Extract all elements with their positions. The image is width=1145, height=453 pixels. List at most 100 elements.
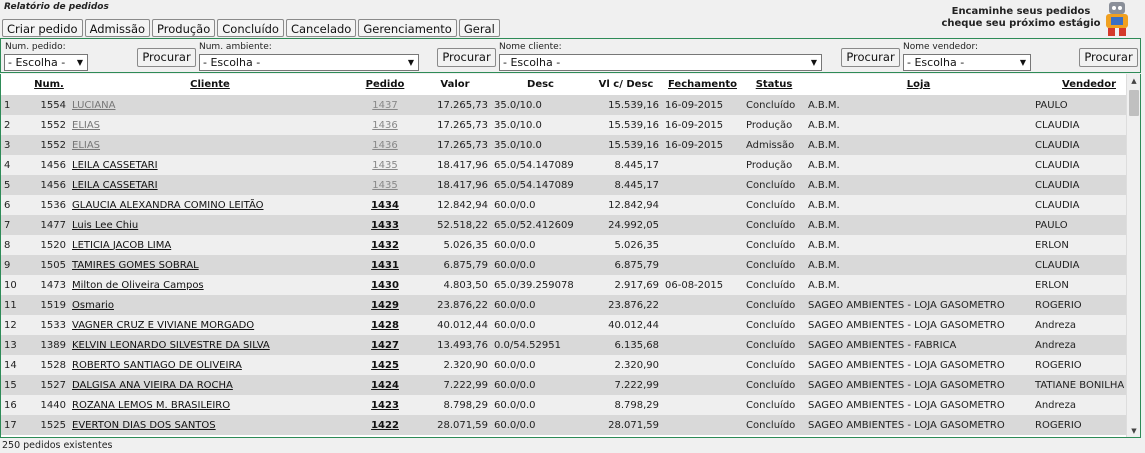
tab-concluido[interactable]: Concluído <box>217 19 284 37</box>
table-row[interactable]: 13 1389 KELVIN LEONARDO SILVESTRE DA SILVA… <box>1 335 1140 355</box>
pedido-link[interactable]: 1422 <box>371 420 399 431</box>
cliente-link[interactable]: ROBERTO SANTIAGO DE OLIVEIRA <box>72 360 242 371</box>
tab-producao[interactable]: Produção <box>152 19 216 37</box>
pedido-link[interactable]: 1434 <box>371 200 399 211</box>
cliente-link[interactable]: VAGNER CRUZ E VIVIANE MORGADO <box>72 320 254 331</box>
cell-pedido[interactable]: 1425 <box>351 355 419 375</box>
scroll-down-icon[interactable]: ▼ <box>1127 424 1140 437</box>
cell-cliente[interactable]: DALGISA ANA VIEIRA DA ROCHA <box>69 375 351 395</box>
procurar-num-ambiente-button[interactable]: Procurar <box>437 48 496 67</box>
cell-cliente[interactable]: KELVIN LEONARDO SILVESTRE DA SILVA <box>69 335 351 355</box>
cell-pedido[interactable]: 1429 <box>351 295 419 315</box>
cell-pedido[interactable]: 1423 <box>351 395 419 415</box>
col-loja[interactable]: Loja <box>805 74 1032 95</box>
table-row[interactable]: 1 1554 LUCIANA 1437 17.265,73 35.0/10.0 15.539… <box>1 95 1140 115</box>
tab-gerenciamento[interactable]: Gerenciamento <box>358 19 457 37</box>
cliente-link[interactable]: GLAUCIA ALEXANDRA COMINO LEITÃO <box>72 200 264 211</box>
pedido-link[interactable]: 1435 <box>372 160 397 171</box>
cliente-link[interactable]: ELIAS <box>72 140 100 151</box>
cell-pedido[interactable]: 1424 <box>351 375 419 395</box>
cell-cliente[interactable]: ELIAS <box>69 115 351 135</box>
cell-cliente[interactable]: LEILA CASSETARI <box>69 175 351 195</box>
mascot-icon[interactable] <box>1103 1 1131 37</box>
cell-cliente[interactable]: LETICIA JACOB LIMA <box>69 235 351 255</box>
pedido-link[interactable]: 1436 <box>372 120 397 131</box>
cell-pedido[interactable]: 1427 <box>351 335 419 355</box>
table-row[interactable]: 14 1528 ROBERTO SANTIAGO DE OLIVEIRA 1425 2.… <box>1 355 1140 375</box>
table-row[interactable]: 16 1440 ROZANA LEMOS M. BRASILEIRO 1423 8.79… <box>1 395 1140 415</box>
cell-pedido[interactable]: 1431 <box>351 255 419 275</box>
pedido-link[interactable]: 1437 <box>372 100 397 111</box>
nome-cliente-select[interactable]: - Escolha - ▼ <box>499 54 822 71</box>
col-status[interactable]: Status <box>743 74 805 95</box>
pedido-link[interactable]: 1432 <box>371 240 399 251</box>
procurar-num-pedido-button[interactable]: Procurar <box>137 48 196 67</box>
cell-pedido[interactable]: 1433 <box>351 215 419 235</box>
cell-pedido[interactable]: 1435 <box>351 155 419 175</box>
cliente-link[interactable]: LEILA CASSETARI <box>72 180 158 191</box>
cliente-link[interactable]: Osmario <box>72 300 114 311</box>
table-row[interactable]: 10 1473 Milton de Oliveira Campos 1430 4.803… <box>1 275 1140 295</box>
pedido-link[interactable]: 1433 <box>371 220 399 231</box>
cell-pedido[interactable]: 1422 <box>351 415 419 435</box>
num-ambiente-select[interactable]: - Escolha - ▼ <box>199 54 419 71</box>
pedido-link[interactable]: 1430 <box>371 280 399 291</box>
pedido-link[interactable]: 1436 <box>372 140 397 151</box>
cell-cliente[interactable]: LEILA CASSETARI <box>69 155 351 175</box>
table-row[interactable]: 17 1525 EVERTON DIAS DOS SANTOS 1422 28.071,… <box>1 415 1140 435</box>
vertical-scrollbar[interactable]: ▲ ▼ <box>1126 74 1140 437</box>
col-num[interactable]: Num. <box>29 74 69 95</box>
table-row[interactable]: 4 1456 LEILA CASSETARI 1435 18.417,96 65.0/54… <box>1 155 1140 175</box>
table-row[interactable]: 7 1477 Luis Lee Chiu 1433 52.518,22 65.0/52.4… <box>1 215 1140 235</box>
table-row[interactable]: 6 1536 GLAUCIA ALEXANDRA COMINO LEITÃO 1434… <box>1 195 1140 215</box>
cell-pedido[interactable]: 1437 <box>351 95 419 115</box>
pedido-link[interactable]: 1425 <box>371 360 399 371</box>
table-row[interactable]: 11 1519 Osmario 1429 23.876,22 60.0/0.0 23.876… <box>1 295 1140 315</box>
cliente-link[interactable]: Milton de Oliveira Campos <box>72 280 204 291</box>
procurar-nome-cliente-button[interactable]: Procurar <box>841 48 900 67</box>
scroll-thumb[interactable] <box>1129 90 1139 116</box>
cell-cliente[interactable]: GLAUCIA ALEXANDRA COMINO LEITÃO <box>69 195 351 215</box>
table-row[interactable]: 2 1552 ELIAS 1436 17.265,73 35.0/10.0 15.539,1… <box>1 115 1140 135</box>
col-vendedor[interactable]: Vendedor <box>1032 74 1140 95</box>
cliente-link[interactable]: TAMIRES GOMES SOBRAL <box>72 260 199 271</box>
procurar-nome-vendedor-button[interactable]: Procurar <box>1079 48 1138 67</box>
cell-cliente[interactable]: VAGNER CRUZ E VIVIANE MORGADO <box>69 315 351 335</box>
num-pedido-select[interactable]: - Escolha - ▼ <box>4 54 88 71</box>
table-row[interactable]: 15 1527 DALGISA ANA VIEIRA DA ROCHA 1424 7.2… <box>1 375 1140 395</box>
cliente-link[interactable]: ELIAS <box>72 120 100 131</box>
table-row[interactable]: 5 1456 LEILA CASSETARI 1435 18.417,96 65.0/54… <box>1 175 1140 195</box>
cell-cliente[interactable]: ELIAS <box>69 135 351 155</box>
col-cliente[interactable]: Cliente <box>69 74 351 95</box>
cliente-link[interactable]: ROZANA LEMOS M. BRASILEIRO <box>72 400 230 411</box>
cell-pedido[interactable]: 1428 <box>351 315 419 335</box>
cliente-link[interactable]: DALGISA ANA VIEIRA DA ROCHA <box>72 380 233 391</box>
cell-cliente[interactable]: ROBERTO SANTIAGO DE OLIVEIRA <box>69 355 351 375</box>
cliente-link[interactable]: KELVIN LEONARDO SILVESTRE DA SILVA <box>72 340 270 351</box>
pedido-link[interactable]: 1435 <box>372 180 397 191</box>
pedido-link[interactable]: 1424 <box>371 380 399 391</box>
tab-geral[interactable]: Geral <box>458 19 500 37</box>
col-pedido[interactable]: Pedido <box>351 74 419 95</box>
cell-cliente[interactable]: ROZANA LEMOS M. BRASILEIRO <box>69 395 351 415</box>
tab-admissao[interactable]: Admissão <box>84 19 151 37</box>
cell-cliente[interactable]: TAMIRES GOMES SOBRAL <box>69 255 351 275</box>
scroll-up-icon[interactable]: ▲ <box>1127 74 1140 88</box>
pedido-link[interactable]: 1429 <box>371 300 399 311</box>
cliente-link[interactable]: LEILA CASSETARI <box>72 160 158 171</box>
cliente-link[interactable]: LETICIA JACOB LIMA <box>72 240 171 251</box>
col-fechamento[interactable]: Fechamento <box>662 74 743 95</box>
pedido-link[interactable]: 1431 <box>371 260 399 271</box>
pedido-link[interactable]: 1427 <box>371 340 399 351</box>
nome-vendedor-select[interactable]: - Escolha - ▼ <box>903 54 1031 71</box>
cell-cliente[interactable]: LUCIANA <box>69 95 351 115</box>
cliente-link[interactable]: LUCIANA <box>72 100 116 111</box>
cell-pedido[interactable]: 1436 <box>351 115 419 135</box>
tab-criar-pedido[interactable]: Criar pedido <box>2 19 83 37</box>
cliente-link[interactable]: Luis Lee Chiu <box>72 220 138 231</box>
table-row[interactable]: 3 1552 ELIAS 1436 17.265,73 35.0/10.0 15.539,1… <box>1 135 1140 155</box>
cell-cliente[interactable]: Milton de Oliveira Campos <box>69 275 351 295</box>
tab-cancelado[interactable]: Cancelado <box>285 19 357 37</box>
pedido-link[interactable]: 1423 <box>371 400 399 411</box>
table-row[interactable]: 8 1520 LETICIA JACOB LIMA 1432 5.026,35 60.0/… <box>1 235 1140 255</box>
